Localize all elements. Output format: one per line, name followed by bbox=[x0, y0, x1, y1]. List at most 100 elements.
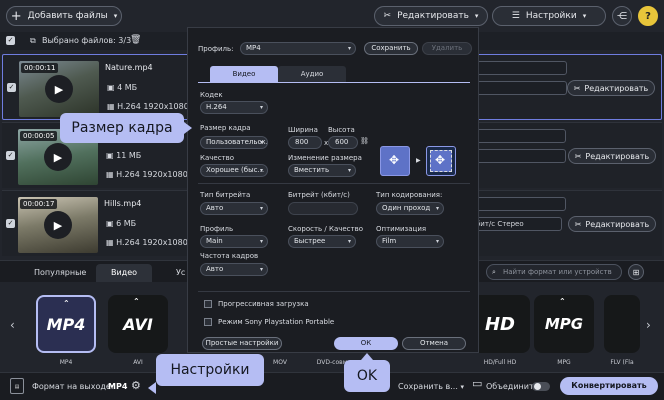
save-to-label: Сохранить в... bbox=[398, 382, 458, 391]
profile-select[interactable]: MP4 ▾ bbox=[240, 42, 356, 55]
link-icon[interactable]: ⛓ bbox=[360, 137, 369, 145]
codec-label: Кодек bbox=[200, 91, 223, 99]
encoding-type-label: Тип кодирования: bbox=[376, 191, 443, 199]
subtitle-select[interactable] bbox=[466, 129, 566, 143]
speed-quality-select[interactable]: Быстрее ▾ bbox=[288, 235, 356, 248]
tab-video[interactable]: Видео bbox=[96, 264, 152, 282]
format-hd-logo: HD bbox=[484, 313, 515, 335]
subtitle-select[interactable] bbox=[466, 197, 566, 211]
edit-file-button[interactable]: ✂ Редактировать bbox=[568, 148, 656, 164]
add-files-button[interactable]: + Добавить файлы ▾ bbox=[6, 6, 122, 26]
gear-icon[interactable]: ⚙ bbox=[131, 379, 141, 392]
output-format-value: MP4 bbox=[108, 382, 128, 391]
chevron-down-icon: ▾ bbox=[435, 205, 439, 212]
psp-checkbox[interactable] bbox=[204, 318, 212, 326]
scissors-icon: ✂ bbox=[573, 83, 581, 93]
file-checkbox[interactable]: ✓ bbox=[6, 219, 15, 228]
merge-toggle[interactable] bbox=[532, 382, 550, 391]
chevron-down-icon: ▾ bbox=[259, 139, 263, 146]
image-icon: ▣ bbox=[106, 151, 117, 160]
width-input[interactable]: 800 bbox=[288, 136, 322, 149]
chevron-down-icon: ▾ bbox=[460, 383, 464, 391]
folder-icon[interactable]: ▭ bbox=[472, 377, 482, 390]
file-checkbox[interactable]: ✓ bbox=[6, 151, 15, 160]
progressive-checkbox[interactable] bbox=[204, 300, 212, 308]
delete-profile-button[interactable]: Удалить bbox=[422, 42, 472, 55]
bitrate-type-select[interactable]: Авто ▾ bbox=[200, 202, 268, 215]
trash-icon[interactable]: 🗑 bbox=[130, 35, 141, 45]
audio-select[interactable] bbox=[466, 149, 566, 163]
play-icon[interactable]: ▶ bbox=[44, 211, 72, 239]
play-icon[interactable]: ▶ bbox=[45, 75, 73, 103]
codec-select[interactable]: H.264 ▾ bbox=[200, 101, 268, 114]
bottom-bar: ▤ Формат на выходе: MP4 ⚙ Сохранить в...… bbox=[0, 372, 664, 400]
chevron-down-icon: ▾ bbox=[259, 238, 263, 245]
cancel-button[interactable]: Отмена bbox=[402, 337, 466, 350]
format-mpg-label: MPG bbox=[557, 359, 571, 366]
image-icon: ▣ bbox=[106, 219, 117, 228]
format-flv[interactable] bbox=[604, 295, 640, 353]
add-format-icon[interactable]: ⊞ bbox=[628, 264, 644, 280]
fps-select[interactable]: Авто ▾ bbox=[200, 263, 268, 276]
selected-count-icon: ⧉ bbox=[30, 36, 36, 45]
file-codec: H.264 1920x1080 2 bbox=[117, 102, 197, 111]
format-search-input[interactable]: ⌕ Найти формат или устройств bbox=[486, 264, 622, 280]
simple-settings-button[interactable]: Простые настройки bbox=[202, 337, 282, 350]
save-to-button[interactable]: Сохранить в... ▾ bbox=[398, 379, 466, 395]
chevron-right-icon[interactable]: › bbox=[646, 318, 651, 332]
file-checkbox[interactable]: ✓ bbox=[7, 83, 16, 92]
settings-toolbar-label: Настройки bbox=[525, 11, 577, 21]
resize-select[interactable]: Вместить ▾ bbox=[288, 164, 356, 177]
chevron-down-icon: ▾ bbox=[259, 104, 263, 111]
height-input[interactable]: 600 bbox=[328, 136, 358, 149]
share-icon[interactable]: ⋲ bbox=[612, 6, 632, 26]
tab-devices[interactable]: Ус bbox=[176, 268, 185, 277]
file-size: 6 МБ bbox=[116, 219, 137, 228]
h264-profile-select[interactable]: Main ▾ bbox=[200, 235, 268, 248]
audio-select[interactable]: Кбит/с Стерео bbox=[466, 217, 562, 231]
frame-size-select[interactable]: Пользовательск... ▾ bbox=[200, 136, 268, 149]
edit-file-button[interactable]: ✂ Редактировать bbox=[568, 216, 656, 232]
format-avi[interactable]: ⌃ AVI bbox=[108, 295, 168, 353]
ok-button[interactable]: ОК bbox=[334, 337, 398, 350]
file-name: Hills.mp4 bbox=[104, 199, 142, 208]
format-mpg[interactable]: ⌃ MPG bbox=[534, 295, 594, 353]
h264-profile-label: Профиль bbox=[200, 225, 234, 233]
height-label: Высота bbox=[328, 126, 355, 134]
play-icon[interactable]: ▶ bbox=[44, 143, 72, 171]
tab-video-settings[interactable]: Видео bbox=[210, 66, 278, 82]
chevron-left-icon[interactable]: ‹ bbox=[10, 318, 15, 332]
file-codec: H.264 1920x1080 2 bbox=[116, 238, 196, 247]
tab-popular[interactable]: Популярные bbox=[34, 268, 86, 277]
quality-select[interactable]: Хорошее (быс... ▾ bbox=[200, 164, 268, 177]
edit-toolbar-button[interactable]: ✂ Редактировать ▾ bbox=[374, 6, 488, 26]
convert-button[interactable]: Конвертировать bbox=[560, 377, 658, 395]
optimize-value: Film bbox=[382, 237, 397, 245]
frame-size-label: Размер кадра bbox=[200, 124, 251, 132]
optimize-select[interactable]: Film ▾ bbox=[376, 235, 444, 248]
encoding-type-select[interactable]: Один проход ▾ bbox=[376, 202, 444, 215]
chevron-down-icon: ▾ bbox=[435, 238, 439, 245]
bitrate-input[interactable] bbox=[288, 202, 358, 215]
format-hd[interactable]: HD bbox=[470, 295, 530, 353]
ok-callout-text: OK bbox=[356, 368, 378, 384]
help-icon[interactable]: ? bbox=[638, 6, 658, 26]
file-codec: H.264 1920x1080 2 bbox=[116, 170, 196, 179]
chevron-down-icon: ▾ bbox=[113, 12, 118, 20]
psp-label: Режим Sony Playstation Portable bbox=[218, 318, 335, 326]
format-mp4[interactable]: ⌃ MP4 bbox=[36, 295, 96, 353]
resize-label: Изменение размера bbox=[288, 154, 362, 162]
tab-audio-settings[interactable]: Аудио bbox=[278, 66, 346, 82]
save-profile-button[interactable]: Сохранить bbox=[364, 42, 418, 55]
format-mp4-logo: MP4 bbox=[46, 314, 86, 334]
file-thumbnail: 00:00:11 ▶ bbox=[19, 61, 99, 117]
codec-value: H.264 bbox=[206, 103, 227, 111]
chevron-down-icon: ▾ bbox=[474, 12, 479, 20]
format-mp4-label: MP4 bbox=[59, 359, 73, 366]
edit-file-button[interactable]: ✂ Редактировать bbox=[567, 80, 655, 96]
select-all-checkbox[interactable]: ✓ bbox=[6, 36, 15, 45]
settings-toolbar-button[interactable]: ☰ Настройки ▾ bbox=[492, 6, 606, 26]
audio-select[interactable] bbox=[467, 81, 567, 95]
subtitle-select[interactable] bbox=[467, 61, 567, 75]
edit-icon: ✂ bbox=[383, 11, 392, 21]
